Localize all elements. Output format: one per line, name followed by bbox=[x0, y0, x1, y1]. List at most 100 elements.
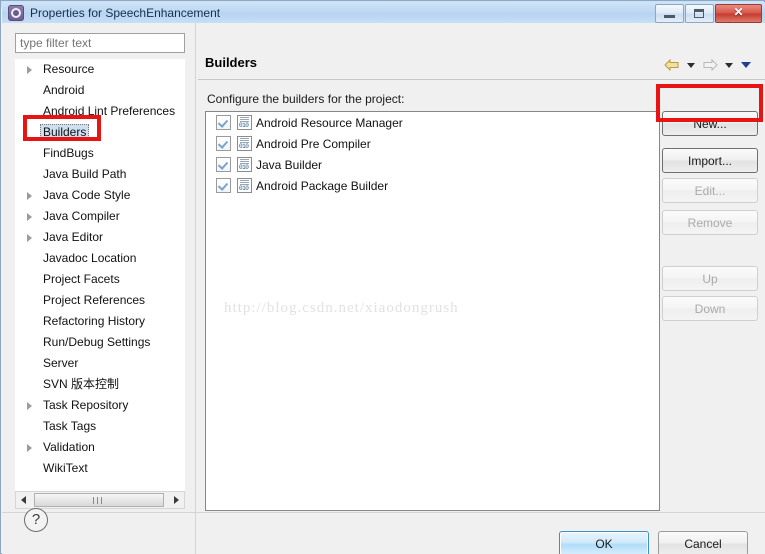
minimize-button[interactable] bbox=[655, 4, 684, 23]
page-navigation bbox=[663, 57, 753, 73]
properties-dialog-window: Properties for SpeechEnhancement ✕ Resou… bbox=[0, 0, 765, 554]
sidebar-item-label: SVN 版本控制 bbox=[43, 377, 120, 391]
sidebar-item-label: Builders bbox=[40, 124, 90, 140]
sidebar-item-label: Task Repository bbox=[43, 398, 129, 412]
builder-row[interactable]: 010 Android Package Builder bbox=[206, 175, 659, 196]
sidebar-item-builders[interactable]: Builders bbox=[15, 122, 185, 143]
chevron-right-icon[interactable] bbox=[27, 444, 32, 452]
builder-row[interactable]: 010 Java Builder bbox=[206, 154, 659, 175]
dialog-body: Resource Android Android Lint Preferences B… bbox=[2, 23, 765, 554]
sidebar-item-javadoc-location[interactable]: Javadoc Location bbox=[15, 248, 185, 269]
window-title: Properties for SpeechEnhancement bbox=[30, 6, 221, 20]
tree-horizontal-scrollbar[interactable] bbox=[15, 491, 185, 509]
close-button[interactable]: ✕ bbox=[715, 4, 762, 23]
sidebar-item-label: Run/Debug Settings bbox=[43, 335, 151, 349]
sidebar-item-label: Java Compiler bbox=[43, 209, 120, 223]
sidebar-item-label: Refactoring History bbox=[43, 314, 146, 328]
sidebar-item-label: Project Facets bbox=[43, 272, 120, 286]
sidebar-item-label: WikiText bbox=[43, 461, 88, 475]
scrollbar-thumb[interactable] bbox=[34, 493, 164, 507]
chevron-right-icon[interactable] bbox=[27, 192, 32, 200]
scroll-right-icon[interactable] bbox=[174, 496, 179, 504]
page-title: Builders bbox=[205, 55, 258, 70]
sidebar-item-server[interactable]: Server bbox=[15, 353, 185, 374]
sidebar-item-java-code-style[interactable]: Java Code Style bbox=[15, 185, 185, 206]
sidebar-item-task-repository[interactable]: Task Repository bbox=[15, 395, 185, 416]
sidebar-item-resource[interactable]: Resource bbox=[15, 59, 185, 80]
builder-checkbox[interactable] bbox=[216, 157, 231, 172]
builder-row[interactable]: 010 Android Pre Compiler bbox=[206, 133, 659, 154]
sidebar-item-label: Project References bbox=[43, 293, 146, 307]
sidebar-item-task-tags[interactable]: Task Tags bbox=[15, 416, 185, 437]
sidebar-item-label: Task Tags bbox=[43, 419, 97, 433]
builder-label: Android Package Builder bbox=[256, 178, 389, 193]
back-history-chevron-down-icon[interactable] bbox=[687, 62, 695, 68]
settings-tree[interactable]: Resource Android Android Lint Preferences B… bbox=[15, 59, 185, 491]
import-button[interactable]: Import... bbox=[662, 148, 758, 173]
maximize-button[interactable] bbox=[685, 4, 714, 23]
chevron-right-icon[interactable] bbox=[27, 213, 32, 221]
chevron-right-icon[interactable] bbox=[27, 66, 32, 74]
sidebar-item-findbugs[interactable]: FindBugs bbox=[15, 143, 185, 164]
edit-button[interactable]: Edit... bbox=[662, 178, 758, 203]
builder-checkbox[interactable] bbox=[216, 115, 231, 130]
properties-gear-icon bbox=[8, 5, 24, 21]
window-frame: Properties for SpeechEnhancement ✕ Resou… bbox=[0, 0, 765, 554]
sidebar-item-project-references[interactable]: Project References bbox=[15, 290, 185, 311]
builder-label: Android Pre Compiler bbox=[256, 136, 371, 151]
filter-input[interactable] bbox=[15, 33, 185, 53]
builder-label: Java Builder bbox=[256, 157, 323, 172]
sidebar-item-label: Java Editor bbox=[43, 230, 104, 244]
page-description: Configure the builders for the project: bbox=[207, 92, 405, 106]
pane-divider bbox=[195, 23, 196, 554]
view-menu-chevron-down-icon[interactable] bbox=[741, 62, 751, 68]
chevron-right-icon[interactable] bbox=[27, 234, 32, 242]
title-bar: Properties for SpeechEnhancement ✕ bbox=[2, 2, 765, 24]
sidebar-item-label: Android bbox=[43, 83, 85, 97]
sidebar-item-run-debug-settings[interactable]: Run/Debug Settings bbox=[15, 332, 185, 353]
sidebar-item-label: Resource bbox=[43, 62, 95, 76]
sidebar-item-java-build-path[interactable]: Java Build Path bbox=[15, 164, 185, 185]
close-icon: ✕ bbox=[733, 5, 744, 19]
builders-list[interactable]: 010 Android Resource Manager 010 Android Pr… bbox=[205, 111, 660, 511]
footer-divider bbox=[2, 512, 765, 513]
sidebar-item-label: FindBugs bbox=[43, 146, 94, 160]
builder-file-icon: 010 bbox=[237, 115, 252, 130]
scroll-left-icon[interactable] bbox=[21, 496, 26, 504]
forward-history-chevron-down-icon[interactable] bbox=[725, 62, 733, 68]
help-icon[interactable]: ? bbox=[24, 508, 48, 532]
cancel-button[interactable]: Cancel bbox=[658, 531, 748, 554]
sidebar-item-label: Java Build Path bbox=[43, 167, 127, 181]
ok-button[interactable]: OK bbox=[559, 531, 649, 554]
forward-arrow-icon bbox=[703, 58, 718, 72]
builder-label: Android Resource Manager bbox=[256, 115, 403, 130]
sidebar-item-svn[interactable]: SVN 版本控制 bbox=[15, 374, 185, 395]
move-up-button[interactable]: Up bbox=[662, 266, 758, 291]
page-title-divider bbox=[198, 79, 765, 80]
builder-row[interactable]: 010 Android Resource Manager bbox=[206, 112, 659, 133]
sidebar-item-refactoring-history[interactable]: Refactoring History bbox=[15, 311, 185, 332]
sidebar-item-label: Server bbox=[43, 356, 79, 370]
builder-file-icon: 010 bbox=[237, 136, 252, 151]
builder-checkbox[interactable] bbox=[216, 178, 231, 193]
sidebar-item-validation[interactable]: Validation bbox=[15, 437, 185, 458]
sidebar-item-android-lint-preferences[interactable]: Android Lint Preferences bbox=[15, 101, 185, 122]
sidebar-item-label: Android Lint Preferences bbox=[43, 104, 176, 118]
sidebar-item-project-facets[interactable]: Project Facets bbox=[15, 269, 185, 290]
builder-file-icon: 010 bbox=[237, 178, 252, 193]
sidebar-item-label: Javadoc Location bbox=[43, 251, 137, 265]
back-arrow-icon[interactable] bbox=[663, 57, 681, 73]
sidebar-item-java-compiler[interactable]: Java Compiler bbox=[15, 206, 185, 227]
sidebar-item-label: Validation bbox=[43, 440, 95, 454]
builder-checkbox[interactable] bbox=[216, 136, 231, 151]
builder-file-icon: 010 bbox=[237, 157, 252, 172]
remove-button[interactable]: Remove bbox=[662, 210, 758, 235]
window-controls: ✕ bbox=[655, 4, 762, 23]
move-down-button[interactable]: Down bbox=[662, 296, 758, 321]
sidebar-item-android[interactable]: Android bbox=[15, 80, 185, 101]
chevron-right-icon[interactable] bbox=[27, 402, 32, 410]
sidebar-item-label: Java Code Style bbox=[43, 188, 131, 202]
sidebar-item-java-editor[interactable]: Java Editor bbox=[15, 227, 185, 248]
new-button[interactable]: New... bbox=[662, 111, 758, 136]
sidebar-item-wikitext[interactable]: WikiText bbox=[15, 458, 185, 479]
